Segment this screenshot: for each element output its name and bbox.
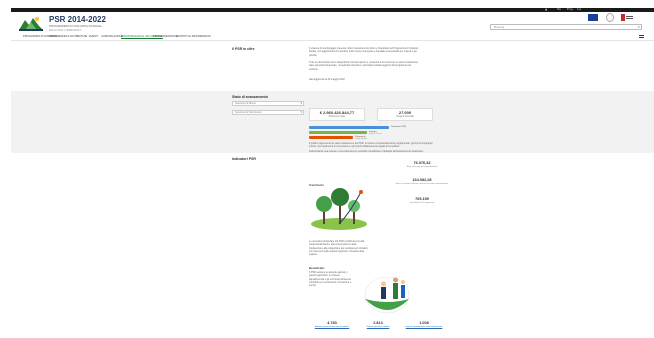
region-emblem-icon — [621, 14, 633, 21]
progress-bar-2 — [309, 136, 353, 139]
search-placeholder: Ricerca — [494, 25, 505, 29]
kpi-progetti: 27.000 Progetti finanziati — [377, 108, 433, 121]
section-title: Stato di avanzamento — [232, 95, 268, 99]
chevron-down-icon: ▾ — [300, 101, 302, 105]
kpi-value: 27.000 — [398, 110, 412, 115]
section-title: Indicatori PSR — [232, 157, 256, 161]
env-stat-value: 164.082,28 — [412, 178, 432, 182]
section-stato-avanzamento: Stato di avanzamento Seleziona la Misura… — [11, 91, 654, 153]
top-link-3[interactable]: Lis — [577, 7, 581, 11]
kpi-dotazione: € 2.960.426.844,77 Dotazione totale — [309, 108, 365, 121]
intro-paragraph-2: Tutte le informazioni sono disponibili i… — [309, 61, 419, 71]
kpi-label: Progetti finanziati — [396, 116, 414, 118]
progress-bar-label: Dotazione PSR — [391, 125, 406, 128]
search-icon[interactable]: ⌕ — [638, 25, 640, 29]
nav-item-notizie[interactable]: Notizie — [77, 35, 87, 38]
env-stat-value: 76.076,32 — [413, 161, 431, 165]
top-link-0[interactable]: ▲ — [545, 7, 547, 11]
env-stat-value: 765.159 — [415, 197, 429, 201]
nav-item-misure[interactable]: Misure — [49, 35, 59, 38]
top-link-2[interactable]: Eng — [567, 7, 573, 11]
top-link-1[interactable]: Ita — [557, 7, 561, 11]
sottomisura-select-value: Seleziona la Sottomisura — [235, 111, 262, 114]
territorio-title: Il territorio — [309, 183, 325, 187]
nav-item-contatti[interactable]: Contatti e informazioni — [176, 35, 211, 38]
section-title: Il PSR in cifre — [232, 47, 255, 51]
main-navigation: Programma di sviluppo Misure Bandi e avv… — [11, 34, 654, 41]
stato-paragraph-1: Il grafico rappresenta lo stato di attua… — [309, 142, 433, 149]
italy-emblem-icon — [606, 13, 614, 22]
ben-stat-value: 1.008 — [419, 321, 429, 325]
nav-item-eventi[interactable]: Eventi — [89, 35, 98, 38]
kpi-value: € 2.960.426.844,77 — [319, 110, 355, 115]
misura-select[interactable]: Seleziona la Misura ▾ — [232, 101, 304, 106]
env-stat-label: Ettari sotto impegno agroambientale — [406, 166, 438, 168]
progress-bar-1 — [309, 131, 367, 134]
sottomisura-select[interactable]: Seleziona la Sottomisura ▾ — [232, 110, 304, 115]
section-psr-in-cifre: Il PSR in cifre Il sistema di monitoragg… — [11, 43, 654, 91]
ben-stat-label[interactable]: Imprese agroalimentari e forestali finan… — [397, 326, 451, 329]
kpi-label: Dotazione totale — [328, 116, 346, 118]
eu-flag-icon — [588, 14, 598, 21]
progress-bar-sublabel: Importi concessi — [369, 133, 382, 135]
env-stat-label: Ettari di superficie agricola a premio p… — [395, 183, 449, 185]
env-stat-label: Tonnellate di CO2 risparmiate — [409, 202, 435, 204]
site-header: PSR 2014-2022 PROGRAMMA DI SVILUPPO RURA… — [11, 12, 654, 34]
site-subtitle-region: REGIONE LOMBARDIA — [49, 28, 82, 32]
territorio-paragraph: Le operazioni finanziate dal PSR contrib… — [309, 240, 369, 257]
nav-item-programmazione[interactable]: Programmazione — [153, 35, 178, 38]
beneficiari-paragraph: Il PSR sostiene le aziende agricole, i g… — [309, 271, 352, 288]
section-indicatori: Indicatori PSR Il territorio Le operazio… — [11, 153, 654, 338]
update-date: Dati aggiornati al 30 maggio 2022 — [309, 78, 345, 81]
institution-logos — [584, 12, 642, 24]
nav-item-bandi[interactable]: Bandi e avvisi — [59, 35, 78, 38]
progress-bar-0 — [309, 126, 389, 129]
nav-item-comunicazione[interactable]: Comunicazione — [101, 35, 123, 38]
regione-logo-icon[interactable] — [19, 15, 43, 31]
intro-paragraph-1: Il sistema di monitoraggio presenta i da… — [309, 47, 419, 57]
beneficiari-title: Beneficiari — [309, 266, 325, 270]
chevron-down-icon: ▾ — [300, 110, 302, 114]
search-input[interactable]: Ricerca ⌕ — [490, 24, 642, 30]
progress-bar-sublabel: Importi liquidati — [355, 138, 368, 140]
menu-icon[interactable] — [639, 35, 644, 38]
farmers-illustration-icon — [364, 276, 410, 314]
misura-select-value: Seleziona la Misura — [235, 102, 256, 105]
trees-illustration-icon — [311, 188, 367, 230]
site-title[interactable]: PSR 2014-2022 — [49, 15, 106, 24]
